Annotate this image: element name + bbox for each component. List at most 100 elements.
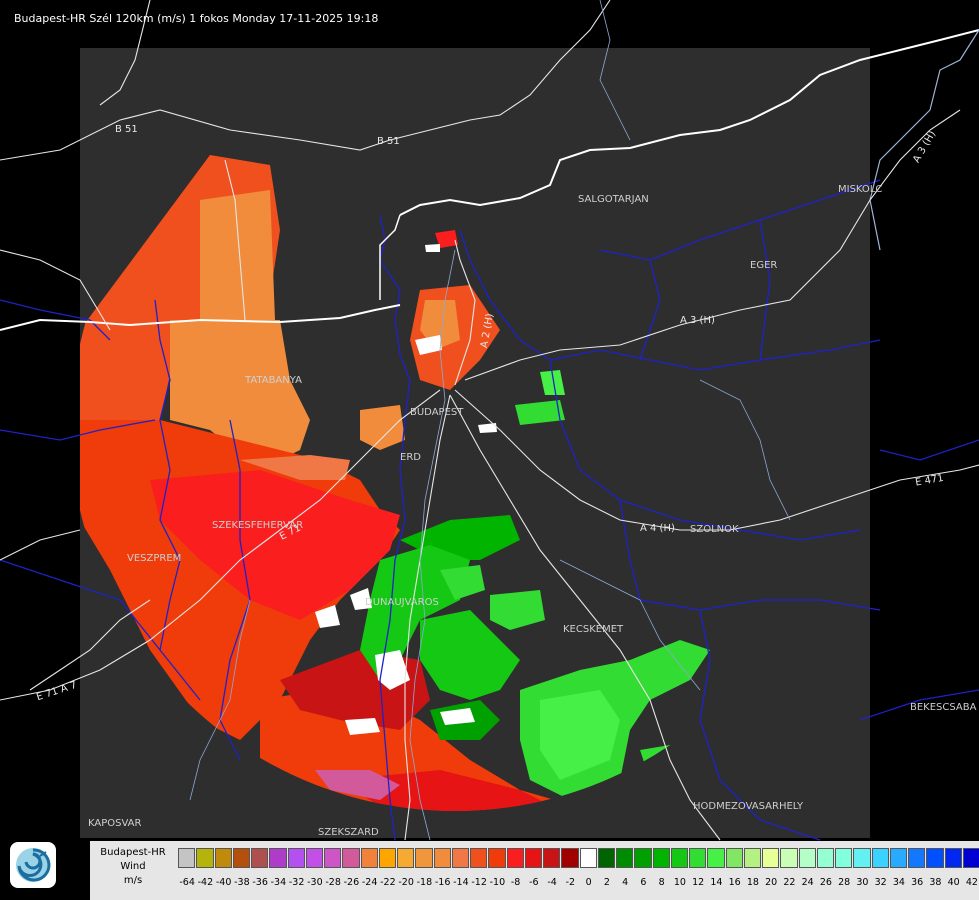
legend-tick-label: -32	[288, 877, 305, 888]
legend-tick-label: -26	[343, 877, 360, 888]
legend-tick-label: -36	[252, 877, 268, 888]
legend-swatch	[816, 848, 834, 868]
legend-tick-label: 24	[801, 877, 814, 888]
legend-swatch	[287, 848, 305, 868]
legend-swatch	[342, 848, 360, 868]
road-label-a4: A 4 (H)	[640, 523, 675, 534]
legend-tick-label: -34	[270, 877, 287, 888]
legend-tick-label: -18	[416, 877, 433, 888]
legend-tick-label: 12	[692, 877, 705, 888]
legend-swatch	[835, 848, 853, 868]
road-label-a3-b: A 3 (H)	[911, 129, 938, 165]
legend-tick-label: -8	[510, 877, 521, 888]
legend-tick-label: 22	[783, 877, 796, 888]
legend-tick-label: 28	[838, 877, 851, 888]
road-label-e47: E 471	[914, 473, 944, 489]
city-szekszard: SZEKSZARD	[318, 827, 379, 838]
legend-tick-labels: -64 -42 -40 -38 -36 -34 -32 -30 -28 -26 -24 -22 -20-…	[178, 877, 979, 888]
legend-swatch	[689, 848, 707, 868]
legend-swatch	[415, 848, 433, 868]
legend-tick-label: 14	[710, 877, 723, 888]
city-hodmezovasarhely: HODMEZOVASARHELY	[693, 801, 804, 812]
legend-unit: m/s	[123, 875, 143, 886]
legend-tick-label: 42	[965, 877, 978, 888]
legend-swatch	[908, 848, 926, 868]
legend-tick-label: 10	[673, 877, 686, 888]
legend-swatch	[652, 848, 670, 868]
legend-swatch	[670, 848, 688, 868]
legend-tick-label: 0	[585, 877, 592, 888]
legend-swatch	[305, 848, 323, 868]
legend-swatch	[451, 848, 469, 868]
road-label-b51-b: B 51	[377, 136, 400, 147]
legend-swatch	[178, 848, 196, 868]
legend-tick-label: 26	[819, 877, 832, 888]
city-dunaujvaros: DUNAUJVAROS	[365, 597, 439, 608]
legend-swatch	[798, 848, 816, 868]
legend-tick-label: 40	[947, 877, 960, 888]
color-legend: Budapest-HR Wind m/s -64 -42 -40 -38 -36 -34-…	[90, 841, 979, 900]
legend-swatch	[762, 848, 780, 868]
legend-swatch	[707, 848, 725, 868]
legend-swatch	[926, 848, 944, 868]
city-veszprem: VESZPREM	[127, 553, 181, 564]
radar-map: SALGOTARJAN MISKOLC EGER TATABANYA BUDAP…	[0, 0, 979, 841]
legend-tick-label: -2	[565, 877, 576, 888]
legend-swatch	[433, 848, 451, 868]
road-label-b51-a: B 51	[115, 124, 138, 135]
legend-tick-label: -64	[179, 877, 195, 888]
legend-tick-label: -28	[325, 877, 341, 888]
legend-swatch	[470, 848, 488, 868]
legend-swatch	[506, 848, 524, 868]
city-eger: EGER	[750, 260, 777, 271]
legend-tick-label: -24	[361, 877, 378, 888]
legend-tick-label: 36	[911, 877, 924, 888]
legend-tick-label: -6	[529, 877, 539, 888]
legend-swatch	[397, 848, 415, 868]
legend-swatch	[543, 848, 561, 868]
city-bekescsaba: BEKESCSABA	[910, 702, 977, 713]
city-kaposvar: KAPOSVAR	[88, 818, 142, 829]
legend-tick-label: 18	[746, 877, 759, 888]
legend-swatch	[944, 848, 962, 868]
radar-product-title: Budapest-HR Szél 120km (m/s) 1 fokos Mon…	[14, 12, 379, 25]
legend-tick-label: -42	[197, 877, 214, 888]
legend-swatch	[853, 848, 871, 868]
legend-swatch	[962, 848, 979, 868]
legend-swatch	[889, 848, 907, 868]
legend-tick-label: -38	[234, 877, 250, 888]
city-miskolc: MISKOLC	[838, 184, 882, 195]
radar-map-view: SALGOTARJAN MISKOLC EGER TATABANYA BUDAP…	[0, 0, 979, 900]
swirl-logo-icon	[16, 848, 51, 882]
legend-station: Budapest-HR	[100, 847, 166, 858]
legend-tick-label: 20	[765, 877, 778, 888]
legend-swatch	[871, 848, 889, 868]
legend-swatch	[524, 848, 542, 868]
legend-tick-label: -12	[471, 877, 487, 888]
legend-tick-label: -16	[434, 877, 451, 888]
met-service-logo	[10, 842, 56, 888]
legend-swatch	[743, 848, 761, 868]
legend-swatch	[634, 848, 652, 868]
legend-tick-label: 4	[622, 877, 629, 888]
legend-tick-label: -30	[307, 877, 323, 888]
legend-tick-label: 6	[640, 877, 647, 888]
legend-tick-label: -4	[547, 877, 557, 888]
legend-swatch	[269, 848, 287, 868]
legend-tick-label: 38	[929, 877, 942, 888]
legend-tick-label: 16	[728, 877, 741, 888]
legend-swatches	[178, 848, 979, 870]
legend-tick-label: 34	[892, 877, 905, 888]
legend-swatch	[780, 848, 798, 868]
city-salgotarjan: SALGOTARJAN	[578, 194, 649, 205]
legend-swatch	[597, 848, 615, 868]
city-erd: ERD	[400, 452, 421, 463]
legend-swatch	[214, 848, 232, 868]
legend-swatch	[488, 848, 506, 868]
legend-swatch	[360, 848, 378, 868]
legend-swatch	[378, 848, 396, 868]
legend-swatch	[725, 848, 743, 868]
legend-tick-label: 30	[856, 877, 869, 888]
legend-swatch	[251, 848, 269, 868]
legend-swatch	[232, 848, 250, 868]
